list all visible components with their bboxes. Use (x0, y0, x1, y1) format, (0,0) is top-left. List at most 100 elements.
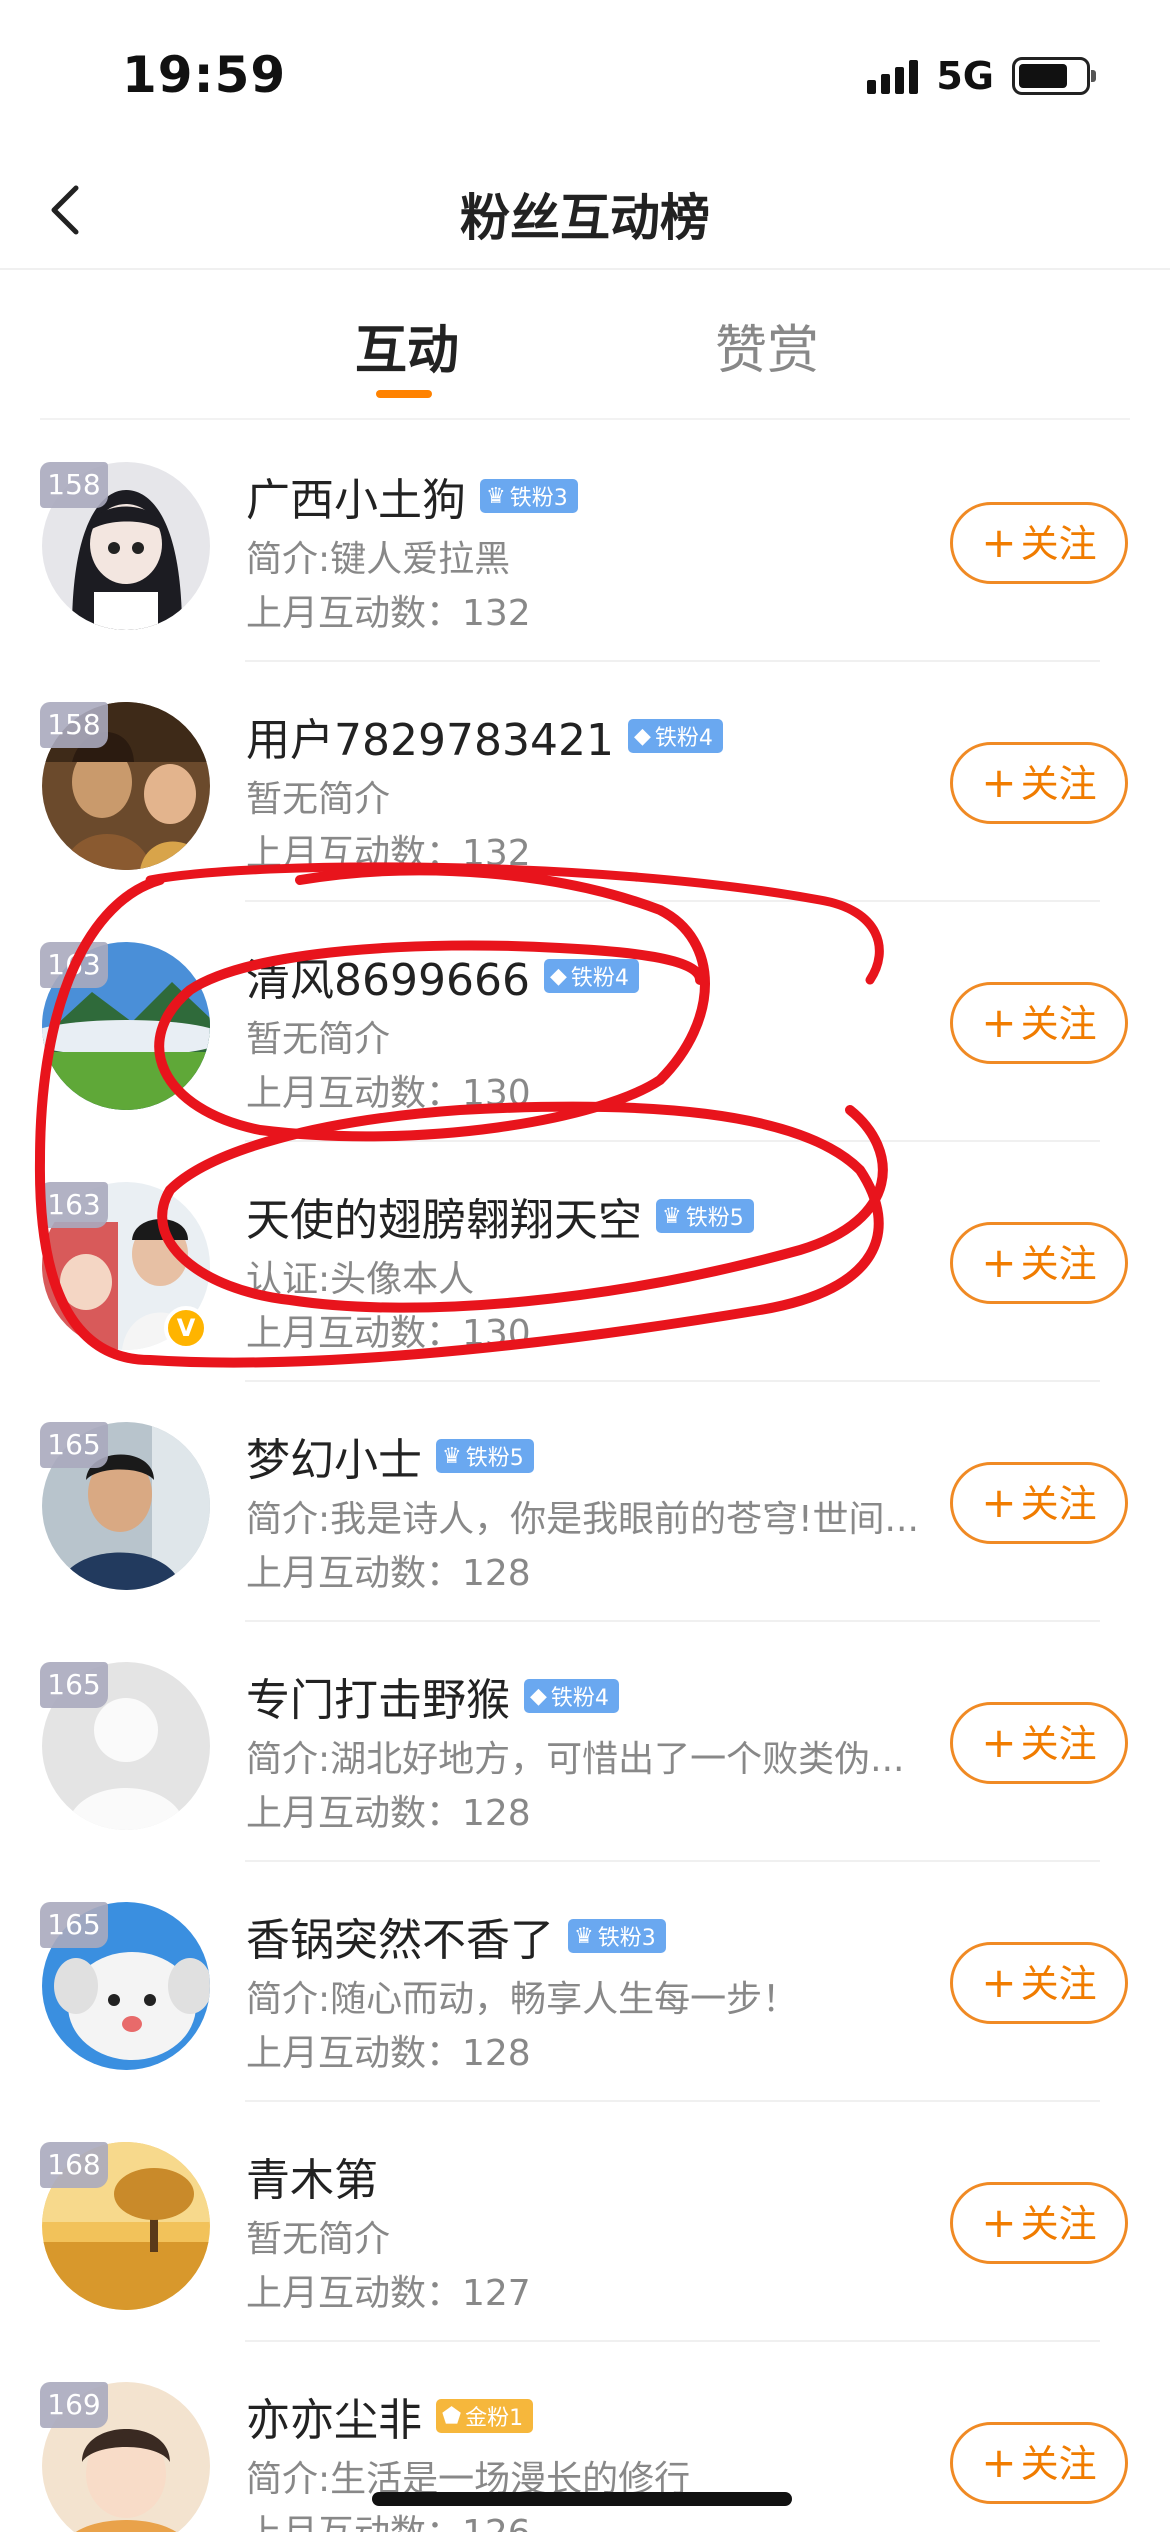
crown-icon: ♛ (574, 1923, 594, 1949)
fan-bio: 暂无简介 (246, 779, 391, 820)
follow-label: 关注 (1020, 1962, 1097, 2006)
fan-level-tag: ♛ 铁粉5 (656, 1199, 754, 1233)
follow-button[interactable]: + 关注 (950, 2422, 1128, 2504)
interaction-count: 上月互动数：130 (246, 1313, 531, 1354)
interaction-count: 上月互动数：127 (246, 2273, 531, 2314)
crown-icon: ♛ (442, 1443, 462, 1469)
tab-bar: 互动 赞赏 (0, 272, 1170, 422)
list-item[interactable]: 158 广西小土狗 ♛ 铁粉3 简介:键人爱拉黑 上月互动数：132 + 关注 (0, 422, 1170, 662)
battery-icon (1012, 57, 1096, 95)
follow-button[interactable]: + 关注 (950, 2182, 1128, 2264)
active-tab-indicator (376, 390, 432, 398)
signal-icon (867, 58, 919, 94)
fan-level-label: 铁粉4 (654, 726, 713, 751)
fan-name-line: 广西小土狗 ♛ 铁粉3 (246, 464, 578, 528)
follow-button[interactable]: + 关注 (950, 1462, 1128, 1544)
fan-name-line: 青木第 (246, 2144, 378, 2208)
page-title: 粉丝互动榜 (460, 189, 710, 247)
fan-name[interactable]: 广西小土狗 (246, 464, 466, 528)
fan-level-tag: ⬟ 金粉1 (436, 2399, 534, 2433)
fan-name[interactable]: 天使的翅膀翱翔天空 (246, 1184, 642, 1248)
fan-level-label: 铁粉3 (597, 1926, 656, 1951)
fan-bio: 暂无简介 (246, 2219, 391, 2260)
plus-icon: + (981, 1958, 1017, 2007)
fan-name-line: 用户7829783421 ◆ 铁粉4 (246, 704, 723, 768)
interaction-count: 上月互动数：126 (246, 2504, 531, 2532)
list-item[interactable]: 165 梦幻小士 ♛ 铁粉5 简介:我是诗人，你是我眼前的苍穹!世间... 上月互… (0, 1382, 1170, 1622)
diamond-icon: ◆ (530, 1683, 547, 1709)
plus-icon: + (981, 518, 1017, 567)
tab-reward[interactable]: 赞赏 (715, 308, 819, 383)
list-item[interactable]: 163 V 天使的翅膀翱翔天空 ♛ 铁粉5 认证:头像本人 上月互动数：130 +… (0, 1142, 1170, 1382)
follow-label: 关注 (1020, 1482, 1097, 1526)
rank-badge: 163 (40, 1182, 108, 1228)
plus-icon: + (981, 1238, 1017, 1287)
rank-badge: 158 (40, 702, 108, 748)
nav-bar: 粉丝互动榜 (0, 150, 1170, 270)
rank-badge: 165 (40, 1902, 108, 1948)
follow-button[interactable]: + 关注 (950, 502, 1128, 584)
rank-badge: 165 (40, 1422, 108, 1468)
fan-bio: 简介:随心而动，畅享人生每一步！ (246, 1979, 799, 2020)
status-time: 19:59 (122, 46, 287, 104)
list-item[interactable]: 165 专门打击野猴 ◆ 铁粉4 简介:湖北好地方，可惜出了一个败类伪... 上月… (0, 1622, 1170, 1862)
plus-icon: + (981, 2438, 1017, 2487)
rank-badge: 163 (40, 942, 108, 988)
fan-name[interactable]: 专门打击野猴 (246, 1664, 510, 1728)
follow-button[interactable]: + 关注 (950, 742, 1128, 824)
plus-icon: + (981, 1478, 1017, 1527)
fan-name-line: 清风8699666 ◆ 铁粉4 (246, 944, 639, 1008)
fan-name-line: 天使的翅膀翱翔天空 ♛ 铁粉5 (246, 1184, 754, 1248)
fan-level-label: 铁粉3 (509, 486, 568, 511)
verified-icon: V (164, 1306, 208, 1350)
fan-bio: 认证:头像本人 (246, 1259, 475, 1300)
fan-level-tag: ♛ 铁粉3 (480, 479, 578, 513)
follow-label: 关注 (1020, 1002, 1097, 1046)
fan-name[interactable]: 清风8699666 (246, 944, 530, 1008)
tab-interaction[interactable]: 互动 (355, 308, 459, 383)
fan-bio: 暂无简介 (246, 1019, 391, 1060)
fan-name-line: 梦幻小士 ♛ 铁粉5 (246, 1424, 534, 1488)
fan-level-label: 金粉1 (465, 2406, 524, 2431)
interaction-count: 上月互动数：130 (246, 1073, 531, 1114)
fan-level-tag: ◆ 铁粉4 (543, 959, 639, 993)
fan-level-tag: ♛ 铁粉5 (436, 1439, 534, 1473)
fan-list: 158 广西小土狗 ♛ 铁粉3 简介:键人爱拉黑 上月互动数：132 + 关注 15… (0, 422, 1170, 2532)
fan-name[interactable]: 用户7829783421 (246, 704, 614, 768)
follow-button[interactable]: + 关注 (950, 1702, 1128, 1784)
follow-label: 关注 (1020, 762, 1097, 806)
list-item[interactable]: 168 青木第 暂无简介 上月互动数：127 + 关注 (0, 2102, 1170, 2342)
fan-name-line: 专门打击野猴 ◆ 铁粉4 (246, 1664, 619, 1728)
fan-name[interactable]: 梦幻小士 (246, 1424, 422, 1488)
plus-icon: + (981, 998, 1017, 1047)
list-item[interactable]: 163 清风8699666 ◆ 铁粉4 暂无简介 上月互动数：130 + 关注 (0, 902, 1170, 1142)
fan-level-tag: ◆ 铁粉4 (524, 1679, 619, 1713)
follow-button[interactable]: + 关注 (950, 1942, 1128, 2024)
fan-level-label: 铁粉4 (570, 966, 629, 991)
fan-level-tag: ◆ 铁粉4 (627, 719, 723, 753)
plus-icon: + (981, 758, 1017, 807)
list-item[interactable]: 165 香锅突然不香了 ♛ 铁粉3 简介:随心而动，畅享人生每一步！ 上月互动数：… (0, 1862, 1170, 2102)
fan-name[interactable]: 香锅突然不香了 (246, 1904, 554, 1968)
follow-button[interactable]: + 关注 (950, 1222, 1128, 1304)
fan-name[interactable]: 青木第 (246, 2144, 378, 2208)
network-label: 5G (936, 54, 994, 98)
fan-name-line: 香锅突然不香了 ♛ 铁粉3 (246, 1904, 666, 1968)
fan-level-tag: ♛ 铁粉3 (568, 1919, 666, 1953)
diamond-icon: ◆ (549, 963, 567, 989)
follow-label: 关注 (1020, 2442, 1097, 2486)
divider (40, 418, 1130, 420)
fan-level-label: 铁粉4 (550, 1686, 609, 1711)
follow-button[interactable]: + 关注 (950, 982, 1128, 1064)
rank-badge: 158 (40, 462, 108, 508)
list-item[interactable]: 158 用户7829783421 ◆ 铁粉4 暂无简介 上月互动数：132 + 关注 (0, 662, 1170, 902)
interaction-count: 上月互动数：128 (246, 1553, 531, 1594)
interaction-count: 上月互动数：132 (246, 833, 531, 874)
gem-icon: ⬟ (442, 2403, 462, 2429)
fan-bio: 简介:湖北好地方，可惜出了一个败类伪... (246, 1739, 905, 1780)
fan-name-line: 亦亦尘非 ⬟ 金粉1 (246, 2384, 534, 2448)
rank-badge: 169 (40, 2382, 108, 2428)
rank-badge: 168 (40, 2142, 108, 2188)
crown-icon: ♛ (486, 483, 506, 509)
fan-name[interactable]: 亦亦尘非 (246, 2384, 422, 2448)
